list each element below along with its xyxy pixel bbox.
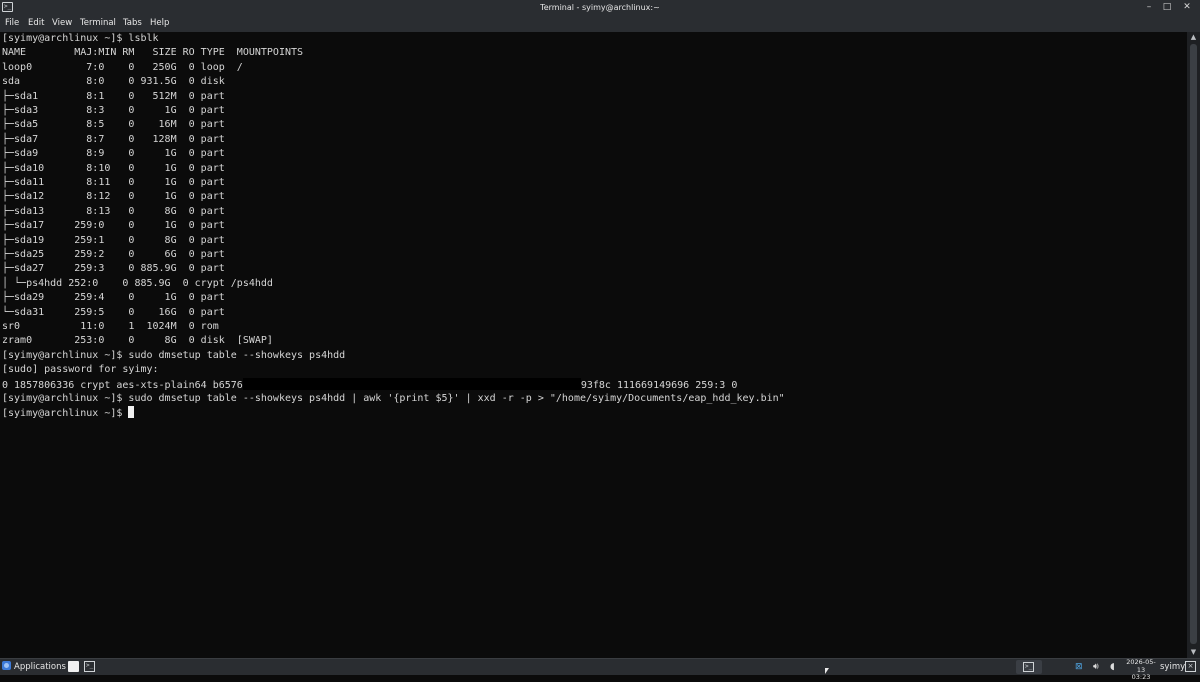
system-icon[interactable]: × [1185, 661, 1196, 672]
terminal-line: [syimy@archlinux ~]$ lsblk [2, 33, 159, 44]
notification-icon[interactable]: ◖ [1110, 661, 1115, 673]
terminal-line: ├─sda1 8:1 0 512M 0 part [2, 90, 225, 102]
clock-time: 03:23 [1131, 673, 1151, 681]
taskbar: Applications >_ >_ ⊠ 🔊︎ ◖ 2026-05-13 03:… [0, 658, 1200, 681]
mouse-pointer-icon [825, 668, 829, 674]
redaction-block [242, 377, 581, 390]
menu-edit[interactable]: Edit [28, 18, 44, 29]
terminal-output[interactable]: [syimy@archlinux ~]$ lsblk NAME MAJ:MIN … [0, 32, 1187, 658]
menu-help[interactable]: Help [150, 18, 169, 29]
terminal-line: ├─sda17 259:0 0 1G 0 part [2, 220, 225, 232]
terminal-line: NAME MAJ:MIN RM SIZE RO TYPE MOUNTPOINTS [2, 47, 304, 59]
menu-bar: File Edit View Terminal Tabs Help [0, 15, 1200, 33]
prompt: [syimy@archlinux ~]$ [2, 408, 129, 420]
terminal-line: ├─sda7 8:7 0 128M 0 part [2, 133, 225, 145]
scrollbar-thumb[interactable] [1190, 44, 1197, 644]
applications-label: Applications [14, 662, 66, 672]
clock[interactable]: 2026-05-13 03:23 [1124, 658, 1158, 682]
terminal-line: sda 8:0 0 931.5G 0 disk [2, 76, 225, 88]
terminal-line: zram0 253:0 0 8G 0 disk [SWAP] [2, 335, 273, 347]
applications-menu-button[interactable]: Applications [2, 660, 66, 674]
terminal-line: ├─sda9 8:9 0 1G 0 part [2, 148, 225, 160]
terminal-icon: >_ [1023, 662, 1034, 672]
user-name[interactable]: syimy [1160, 661, 1185, 673]
terminal-line: ├─sda12 8:12 0 1G 0 part [2, 191, 225, 203]
key-line-end: 93f8c 111669149696 259:3 0 [580, 379, 738, 391]
terminal-launcher-icon[interactable]: >_ [84, 661, 95, 672]
network-icon[interactable]: ⊠ [1075, 661, 1083, 673]
maximize-button[interactable]: □ [1160, 1, 1174, 14]
close-button[interactable]: ✕ [1180, 1, 1194, 14]
terminal-line: ├─sda27 259:3 0 885.9G 0 part [2, 263, 225, 275]
terminal-key-line: 0 1857806336 crypt aes-xts-plain64 b6576… [2, 377, 738, 392]
terminal-line: ├─sda3 8:3 0 1G 0 part [2, 105, 225, 116]
volume-icon[interactable]: 🔊︎ [1093, 661, 1099, 673]
terminal-prompt-line: [syimy@archlinux ~]$ [2, 406, 135, 420]
menu-tabs[interactable]: Tabs [123, 18, 142, 29]
terminal-line: ├─sda11 8:11 0 1G 0 part [2, 177, 225, 188]
terminal-line: └─sda31 259:5 0 16G 0 part [2, 306, 225, 318]
menu-terminal[interactable]: Terminal [80, 18, 116, 29]
terminal-line: [syimy@archlinux ~]$ sudo dmsetup table … [2, 393, 785, 404]
document-icon[interactable] [68, 661, 79, 672]
scroll-down-icon[interactable]: ▼ [1189, 648, 1198, 657]
scroll-up-icon[interactable]: ▲ [1189, 33, 1198, 42]
title-bar: >_ Terminal - syimy@archlinux:~ – □ ✕ [0, 0, 1200, 15]
key-line-start: 0 1857806336 crypt aes-xts-plain64 b6576 [2, 379, 243, 391]
window-title: Terminal - syimy@archlinux:~ [540, 3, 660, 12]
terminal-line: [syimy@archlinux ~]$ sudo dmsetup table … [2, 349, 346, 361]
clock-date: 2026-05-13 [1126, 658, 1156, 674]
terminal-line: ├─sda13 8:13 0 8G 0 part [2, 205, 225, 217]
terminal-line: ├─sda29 259:4 0 1G 0 part [2, 292, 225, 304]
terminal-task-button[interactable]: >_ [1016, 660, 1042, 674]
scrollbar[interactable]: ▲ ▼ [1187, 32, 1200, 658]
minimize-button[interactable]: – [1142, 1, 1156, 14]
terminal-line: sr0 11:0 1 1024M 0 rom [2, 321, 219, 332]
text-cursor [128, 406, 135, 419]
applications-icon [2, 661, 11, 670]
terminal-line: ├─sda19 259:1 0 8G 0 part [2, 234, 225, 246]
terminal-line: ├─sda10 8:10 0 1G 0 part [2, 162, 225, 174]
menu-file[interactable]: File [5, 18, 19, 29]
terminal-line: ├─sda25 259:2 0 6G 0 part [2, 249, 225, 260]
terminal-line: ├─sda5 8:5 0 16M 0 part [2, 119, 225, 131]
terminal-line: loop0 7:0 0 250G 0 loop / [2, 61, 243, 73]
terminal-line: [sudo] password for syimy: [2, 364, 159, 376]
menu-view[interactable]: View [52, 18, 72, 29]
terminal-line: │ └─ps4hdd 252:0 0 885.9G 0 crypt /ps4hd… [2, 277, 273, 289]
